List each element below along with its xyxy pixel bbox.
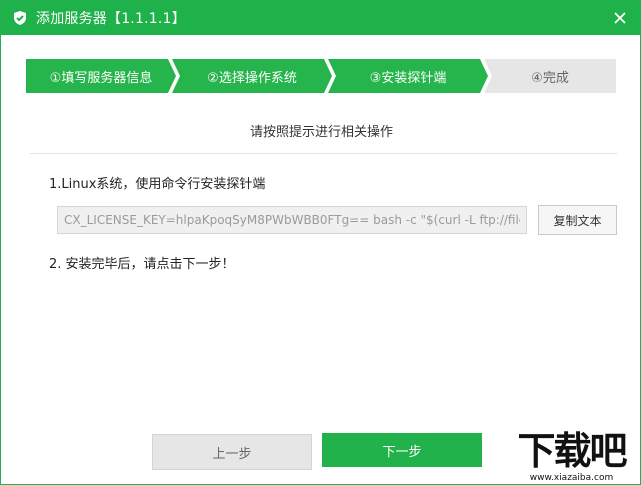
instruction-next: 2. 安装完毕后，请点击下一步！ [49, 257, 235, 272]
divider [30, 153, 617, 154]
step-complete: ④完成 [484, 59, 616, 93]
step-install-probe: ③安装探针端 [328, 59, 488, 93]
next-step-button[interactable]: 下一步 [322, 433, 482, 467]
window-title: 添加服务器【1.1.1.1】 [36, 11, 186, 27]
title-bar[interactable]: 添加服务器【1.1.1.1】 [1, 1, 640, 35]
copy-text-button[interactable]: 复制文本 [538, 205, 617, 235]
add-server-dialog: 添加服务器【1.1.1.1】 ①填写服务器信息 ②选择操作系统 ③安装探针端 ④… [0, 0, 641, 485]
wizard-steps: ①填写服务器信息 ②选择操作系统 ③安装探针端 ④完成 [26, 59, 616, 93]
watermark-url: www.xiazaiba.com [529, 473, 614, 483]
shield-check-icon [12, 10, 28, 26]
step-fill-server-info: ①填写服务器信息 [26, 59, 176, 93]
install-command-field[interactable] [57, 206, 527, 234]
instruction-linux: 1.Linux系统，使用命令行安装探针端 [49, 177, 266, 192]
step-select-os: ②选择操作系统 [172, 59, 332, 93]
close-icon[interactable] [610, 8, 630, 28]
watermark-logo: 下载吧 www.xiazaiba.com [504, 429, 639, 483]
page-subtitle: 请按照提示进行相关操作 [249, 125, 393, 140]
watermark-text: 下载吧 [517, 429, 627, 473]
previous-step-button[interactable]: 上一步 [152, 434, 312, 470]
